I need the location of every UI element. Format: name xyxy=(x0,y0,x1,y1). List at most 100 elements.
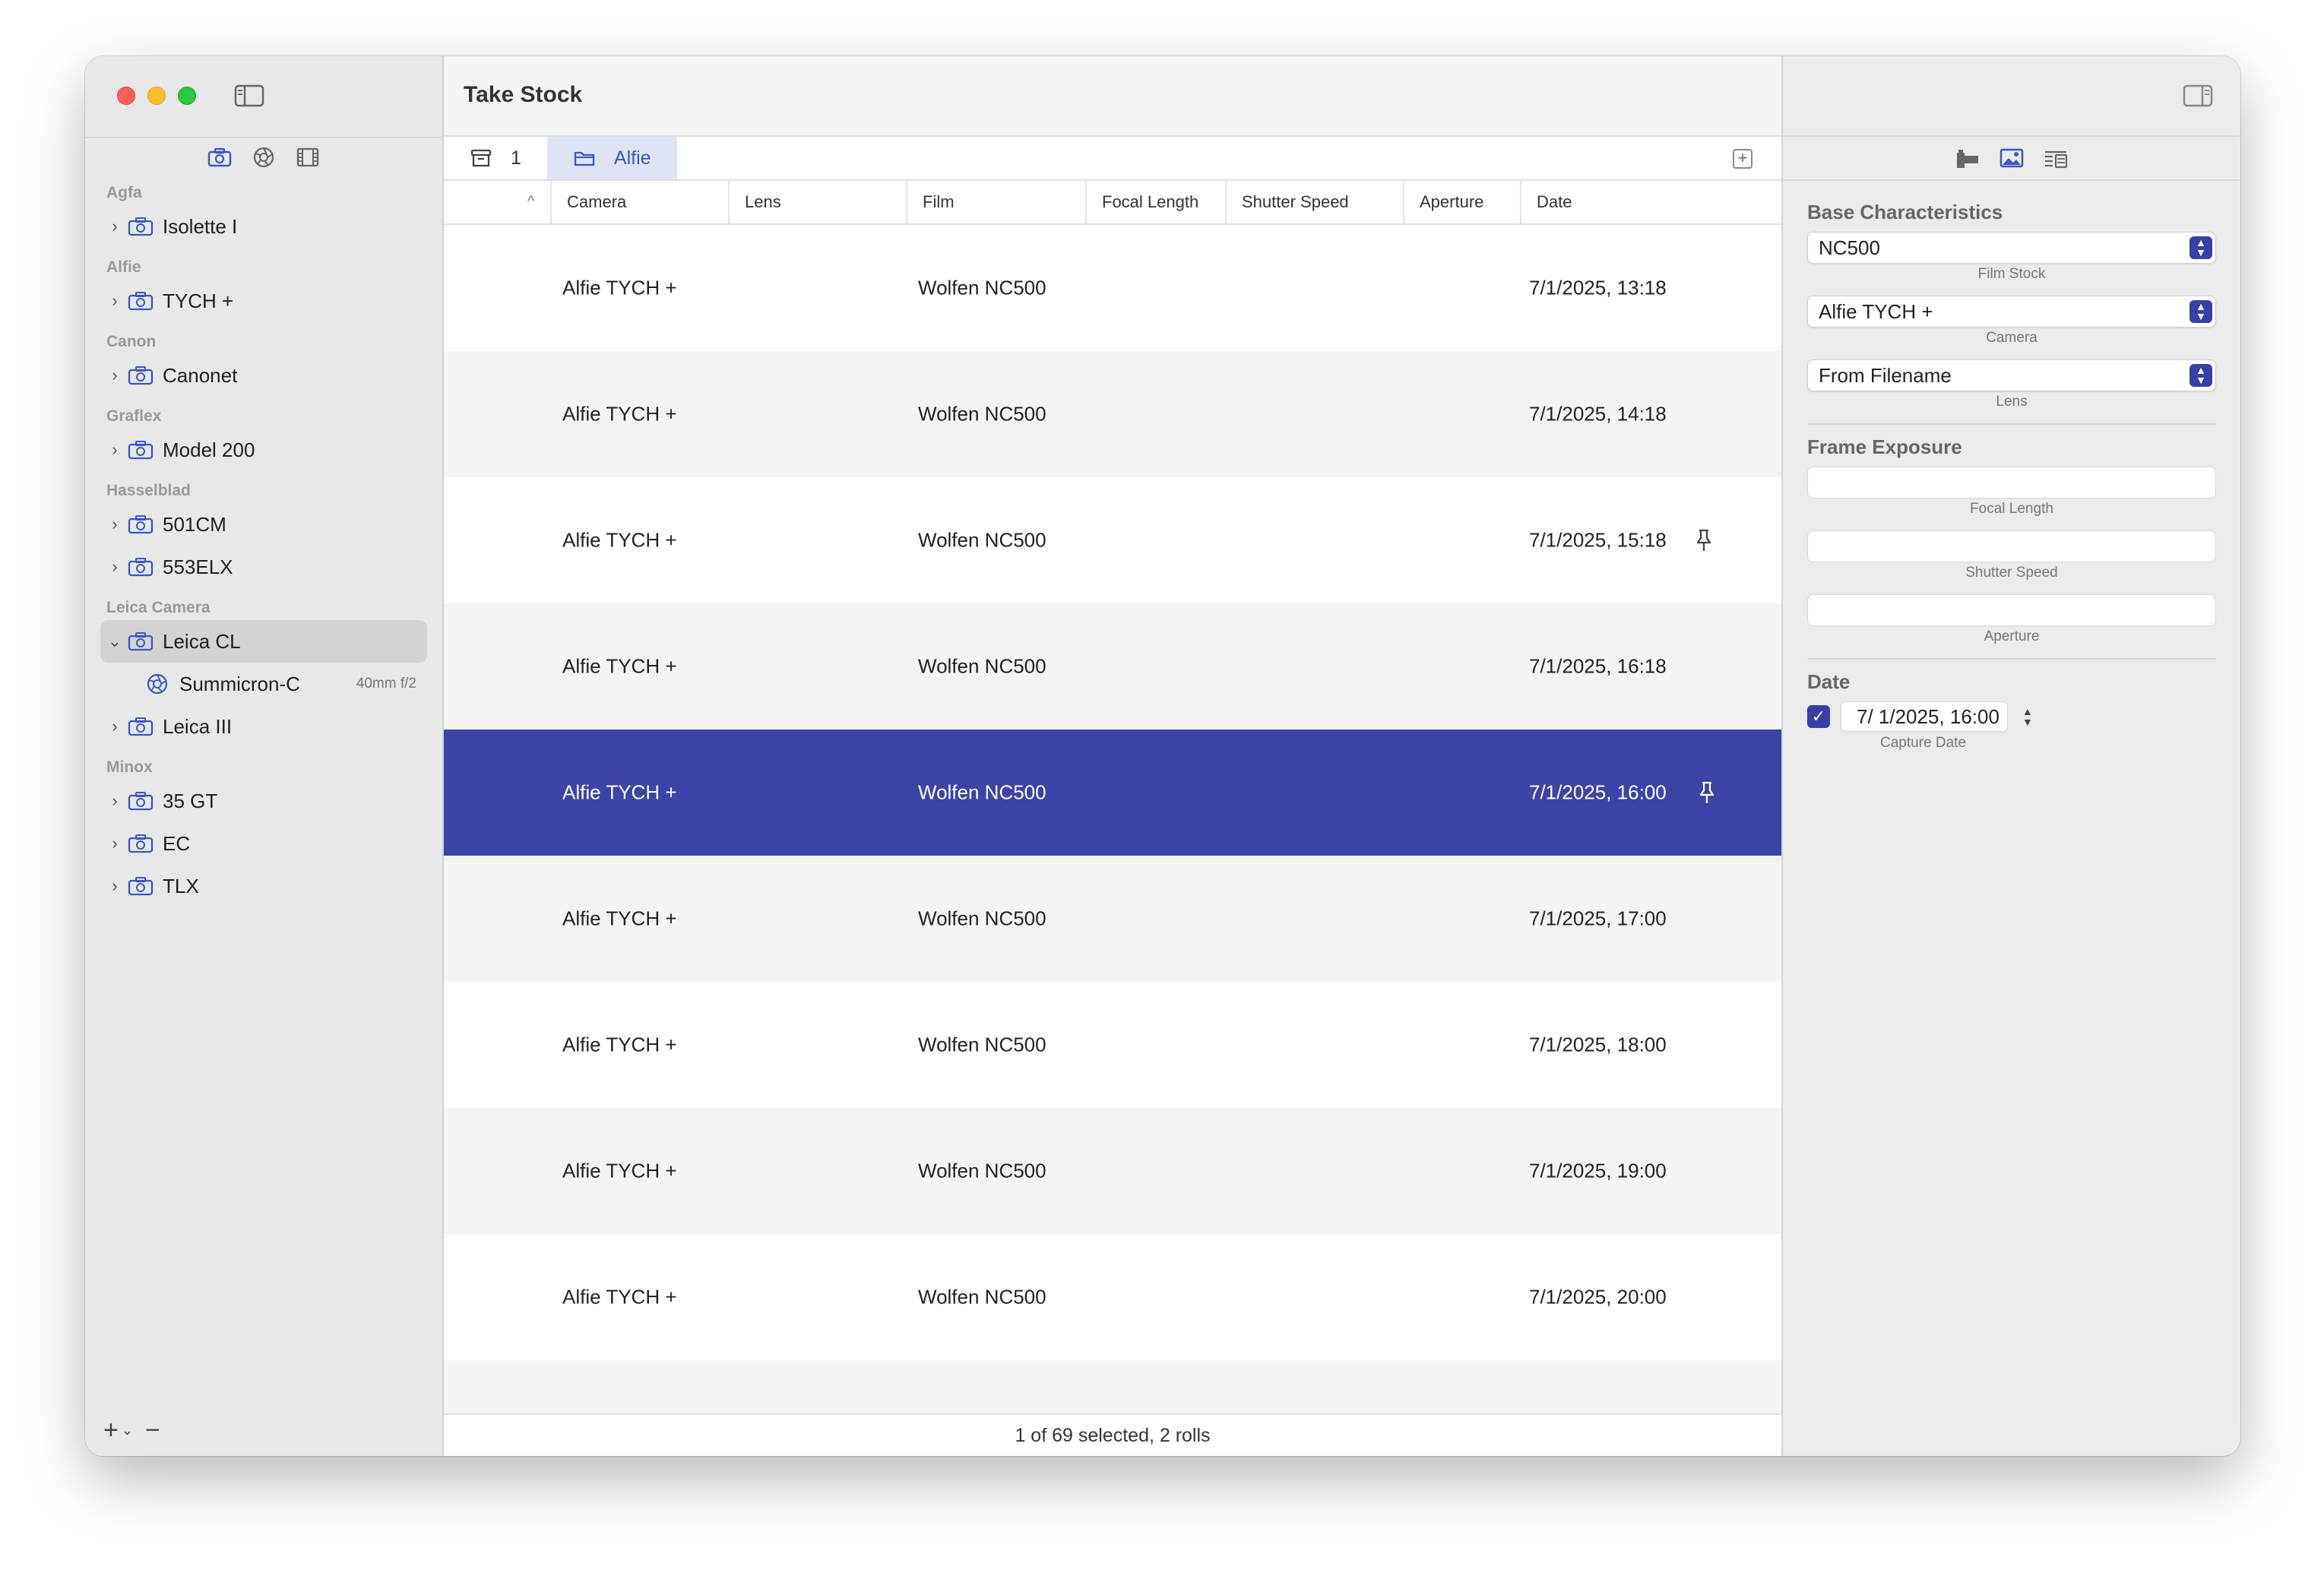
sidebar-footer: + ⌄ − xyxy=(103,1416,160,1445)
table-row[interactable]: Alfie TYCH + Wolfen NC500 7/1/2025, 19:0… xyxy=(444,1108,1781,1234)
sidebar-item-label: 553ELX xyxy=(163,555,233,578)
remove-button[interactable]: − xyxy=(145,1416,160,1445)
sidebar-item-label: Summicron-C xyxy=(179,672,300,695)
inspector-toggle-icon[interactable] xyxy=(2183,84,2213,108)
column-film[interactable]: Film xyxy=(906,181,955,223)
sidebar-header-divider xyxy=(85,137,442,138)
section-title: Date xyxy=(1807,670,1851,693)
sidebar-item-553elx[interactable]: › 553ELX xyxy=(85,546,442,588)
app-window: Agfa › Isolette I Alfie › TYCH + Canon ›… xyxy=(85,56,2240,1456)
chevron-right-icon[interactable]: › xyxy=(106,217,123,236)
list-icon[interactable] xyxy=(2043,147,2069,169)
sidebar-item-35gt[interactable]: › 35 GT xyxy=(85,780,442,822)
sidebar-item-canonet[interactable]: › Canonet xyxy=(85,354,442,397)
sidebar-item-ec[interactable]: › EC xyxy=(85,822,442,865)
aperture-icon[interactable] xyxy=(252,146,276,169)
sidebar-item-tych[interactable]: › TYCH + xyxy=(85,280,442,322)
sidebar-item-leica-iii[interactable]: › Leica III xyxy=(85,705,442,748)
divider xyxy=(1807,423,2216,425)
cell-date: 7/1/2025, 19:00 xyxy=(1529,1159,1667,1182)
column-focal-length[interactable]: Focal Length xyxy=(1085,181,1198,223)
section-title: Frame Exposure xyxy=(1807,435,1962,458)
column-camera[interactable]: Camera xyxy=(550,181,626,223)
chevron-right-icon[interactable]: › xyxy=(106,717,123,736)
field-caption: Film Stock xyxy=(1977,266,2046,282)
chevron-right-icon[interactable]: › xyxy=(106,514,123,534)
sidebar-item-model200[interactable]: › Model 200 xyxy=(85,429,442,471)
lens-popup[interactable]: From Filename ▲ ▼ xyxy=(1807,359,2216,391)
chevron-right-icon[interactable]: › xyxy=(106,557,123,577)
camera-icon xyxy=(128,441,154,460)
column-aperture[interactable]: Aperture xyxy=(1403,181,1483,223)
film-stock-popup[interactable]: NC500 ▲ ▼ xyxy=(1807,232,2216,264)
table-row[interactable]: Alfie TYCH + Wolfen NC500 7/1/2025, 20:0… xyxy=(444,1234,1781,1360)
popup-stepper-icon: ▲ ▼ xyxy=(2189,236,2212,259)
shutter-speed-field[interactable] xyxy=(1807,530,2216,562)
popup-value: Alfie TYCH + xyxy=(1819,300,1933,323)
minimize-button[interactable] xyxy=(147,87,166,105)
sidebar-item-tlx[interactable]: › TLX xyxy=(85,865,442,907)
window-controls xyxy=(117,87,196,105)
focal-length-field[interactable] xyxy=(1807,467,2216,499)
date-stepper-icon[interactable]: ▲ ▼ xyxy=(2018,706,2037,727)
camera-popup[interactable]: Alfie TYCH + ▲ ▼ xyxy=(1807,296,2216,328)
table-header: ^ Camera Lens Film Focal Length Shutter … xyxy=(444,181,1781,225)
chevron-right-icon[interactable]: › xyxy=(106,834,123,853)
pin-icon[interactable] xyxy=(1696,780,1718,805)
camera-icon[interactable] xyxy=(1955,147,1980,169)
cell-film: Wolfen NC500 xyxy=(918,907,1046,930)
close-button[interactable] xyxy=(117,87,135,105)
sidebar-toggle-icon[interactable] xyxy=(234,84,264,108)
field-caption: Camera xyxy=(1986,330,2037,346)
sort-indicator-icon[interactable]: ^ xyxy=(527,193,534,210)
sidebar-tab-bar xyxy=(85,146,442,169)
sidebar-item-501cm[interactable]: › 501CM xyxy=(85,503,442,546)
table-row-selected[interactable]: Alfie TYCH + Wolfen NC500 7/1/2025, 16:0… xyxy=(444,730,1781,856)
table-row[interactable]: Alfie TYCH + Wolfen NC500 7/1/2025, 16:1… xyxy=(444,603,1781,730)
table-row[interactable]: Alfie TYCH + Wolfen NC500 7/1/2025, 18:0… xyxy=(444,982,1781,1108)
cell-camera: Alfie TYCH + xyxy=(562,276,677,299)
film-icon[interactable] xyxy=(296,146,320,169)
cell-film: Wolfen NC500 xyxy=(918,1285,1046,1309)
capture-date-field[interactable]: 7/ 1/2025, 16:00 xyxy=(1841,701,2008,732)
zoom-button[interactable] xyxy=(178,87,196,105)
table-row[interactable]: Alfie TYCH + Wolfen NC500 7/1/2025, 14:1… xyxy=(444,351,1781,477)
chevron-down-icon[interactable]: ⌄ xyxy=(106,631,123,651)
main-pane: Take Stock 1 Alfie + ^ Camera Lens Film … xyxy=(444,56,1781,1456)
table-row[interactable]: Alfie TYCH + Wolfen NC500 7/1/2025, 15:1… xyxy=(444,477,1781,603)
inspector-body: Base Characteristics NC500 ▲ ▼ Film Stock… xyxy=(1783,181,2240,752)
section-title: Base Characteristics xyxy=(1807,201,2003,223)
tab-alfie[interactable]: Alfie xyxy=(546,137,677,179)
sidebar-item-summicron[interactable]: Summicron-C 40mm f/2 xyxy=(85,663,442,705)
sidebar-item-leica-cl[interactable]: ⌄ Leica CL xyxy=(100,620,427,663)
column-shutter-speed[interactable]: Shutter Speed xyxy=(1225,181,1349,223)
chevron-right-icon[interactable]: › xyxy=(106,876,123,896)
camera-icon xyxy=(128,877,154,896)
chevron-right-icon[interactable]: › xyxy=(106,366,123,385)
capture-date-checkbox[interactable]: ✓ xyxy=(1807,705,1830,728)
inspector-titlebar xyxy=(1783,56,2240,137)
aperture-field[interactable] xyxy=(1807,594,2216,626)
sidebar-item-isolette[interactable]: › Isolette I xyxy=(85,205,442,248)
camera-icon[interactable] xyxy=(207,146,232,169)
photo-icon[interactable] xyxy=(1999,147,2025,169)
table-row[interactable]: Alfie TYCH + Wolfen NC500 7/1/2025, 17:0… xyxy=(444,856,1781,982)
popup-value: From Filename xyxy=(1819,364,1952,387)
camera-icon xyxy=(128,366,154,385)
divider xyxy=(1807,658,2216,660)
table-row[interactable]: Alfie TYCH + Wolfen NC500 7/1/2025, 13:1… xyxy=(444,225,1781,351)
tab-roll-1[interactable]: 1 xyxy=(444,137,547,179)
new-tab-button[interactable]: + xyxy=(1733,149,1752,169)
column-lens[interactable]: Lens xyxy=(728,181,781,223)
cell-camera: Alfie TYCH + xyxy=(562,1033,677,1056)
sidebar-item-label: Leica CL xyxy=(163,629,241,653)
chevron-right-icon[interactable]: › xyxy=(106,791,123,811)
chevron-right-icon[interactable]: › xyxy=(106,291,123,311)
add-button[interactable]: + xyxy=(103,1416,119,1445)
cell-camera: Alfie TYCH + xyxy=(562,528,677,552)
chevron-right-icon[interactable]: › xyxy=(106,440,123,460)
add-menu-chevron-icon[interactable]: ⌄ xyxy=(122,1423,133,1439)
column-date[interactable]: Date xyxy=(1520,181,1572,223)
cell-film: Wolfen NC500 xyxy=(918,528,1046,552)
pin-icon[interactable] xyxy=(1693,528,1715,552)
